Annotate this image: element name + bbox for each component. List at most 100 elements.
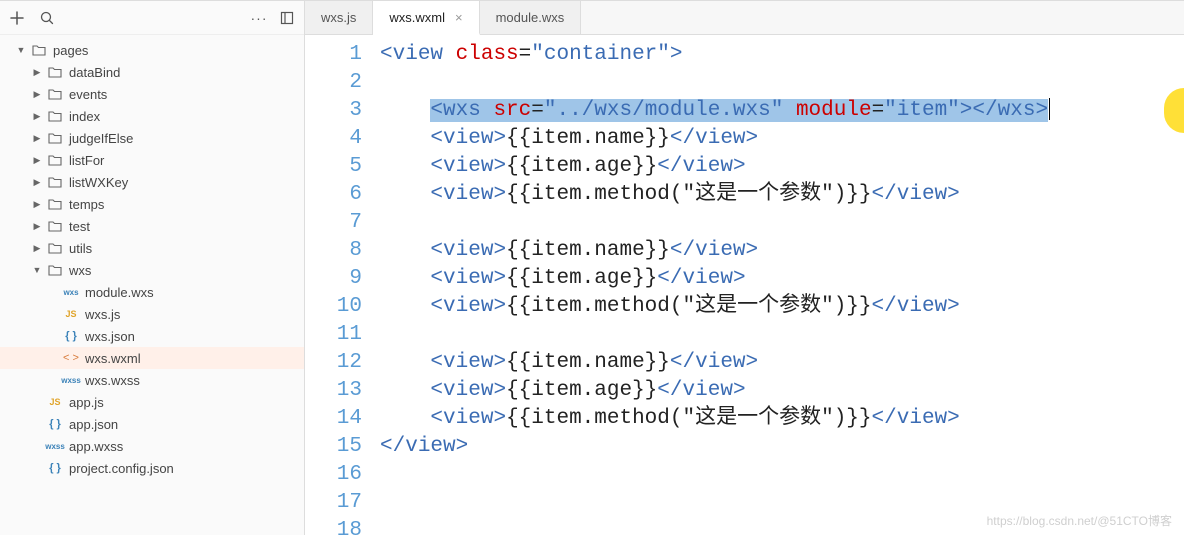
code-line[interactable] bbox=[380, 321, 1184, 349]
tab-wxs-js[interactable]: wxs.js bbox=[305, 1, 373, 34]
tree-item-index[interactable]: ▶index bbox=[0, 105, 304, 127]
code-content[interactable]: <view class="container"> <wxs src="../wx… bbox=[380, 41, 1184, 535]
tree-item-wxs-js[interactable]: JS wxs.js bbox=[0, 303, 304, 325]
tree-item-label: judgeIfElse bbox=[69, 131, 133, 146]
sidebar-toolbar: ··· bbox=[0, 1, 304, 35]
tab-module-wxs[interactable]: module.wxs bbox=[480, 1, 582, 34]
tree-item-label: utils bbox=[69, 241, 92, 256]
line-number: 13 bbox=[305, 377, 362, 405]
tree-item-label: app.wxss bbox=[69, 439, 123, 454]
tab-label: wxs.js bbox=[321, 10, 356, 25]
tree-item-label: listWXKey bbox=[69, 175, 128, 190]
code-line[interactable] bbox=[380, 461, 1184, 489]
tree-item-app-json[interactable]: { }app.json bbox=[0, 413, 304, 435]
tree-item-wxs-json[interactable]: { }wxs.json bbox=[0, 325, 304, 347]
code-line[interactable] bbox=[380, 69, 1184, 97]
code-line[interactable]: <view>{{item.method("这是一个参数")}}</view> bbox=[380, 405, 1184, 433]
file-type-icon bbox=[46, 154, 64, 166]
line-number: 10 bbox=[305, 293, 362, 321]
line-number: 3 bbox=[305, 97, 362, 125]
new-file-icon[interactable] bbox=[10, 11, 24, 25]
file-tree[interactable]: ▼pages▶dataBind▶events▶index▶judgeIfElse… bbox=[0, 35, 304, 535]
watermark-text: https://blog.csdn.net/@51CTO博客 bbox=[987, 512, 1172, 529]
tree-arrow-icon[interactable]: ▶ bbox=[30, 155, 44, 166]
tree-item-project-config-json[interactable]: { }project.config.json bbox=[0, 457, 304, 479]
tree-arrow-icon[interactable]: ▶ bbox=[30, 89, 44, 100]
tree-item-pages[interactable]: ▼ pages bbox=[0, 39, 304, 61]
search-icon[interactable] bbox=[40, 11, 54, 25]
text-cursor bbox=[1049, 98, 1050, 120]
tree-item-label: module.wxs bbox=[85, 285, 154, 300]
tree-item-label: wxs bbox=[69, 263, 91, 278]
line-number: 6 bbox=[305, 181, 362, 209]
tree-arrow-icon[interactable]: ▼ bbox=[30, 265, 44, 275]
file-type-icon bbox=[46, 88, 64, 100]
line-number: 4 bbox=[305, 125, 362, 153]
code-line[interactable]: </view> bbox=[380, 433, 1184, 461]
code-line[interactable]: <view>{{item.name}}</view> bbox=[380, 349, 1184, 377]
line-number: 5 bbox=[305, 153, 362, 181]
tree-arrow-icon[interactable]: ▼ bbox=[14, 45, 28, 55]
tree-item-label: listFor bbox=[69, 153, 104, 168]
tree-arrow-icon[interactable]: ▶ bbox=[30, 199, 44, 210]
tree-item-listWXKey[interactable]: ▶ listWXKey bbox=[0, 171, 304, 193]
tree-item-test[interactable]: ▶test bbox=[0, 215, 304, 237]
tree-arrow-icon[interactable]: ▶ bbox=[30, 111, 44, 122]
tree-arrow-icon[interactable]: ▶ bbox=[30, 243, 44, 254]
collapse-panel-icon[interactable] bbox=[280, 11, 294, 25]
code-line[interactable]: <view>{{item.method("这是一个参数")}}</view> bbox=[380, 181, 1184, 209]
tree-item-listFor[interactable]: ▶ listFor bbox=[0, 149, 304, 171]
tree-item-label: app.js bbox=[69, 395, 104, 410]
tree-item-app-js[interactable]: JSapp.js bbox=[0, 391, 304, 413]
more-icon[interactable]: ··· bbox=[252, 11, 266, 25]
code-line[interactable]: <view>{{item.name}}</view> bbox=[380, 237, 1184, 265]
file-type-icon: wxss bbox=[62, 376, 80, 385]
code-line[interactable] bbox=[380, 209, 1184, 237]
tree-item-dataBind[interactable]: ▶ dataBind bbox=[0, 61, 304, 83]
close-icon[interactable]: × bbox=[455, 10, 463, 25]
tree-item-label: wxs.wxml bbox=[85, 351, 141, 366]
code-editor[interactable]: 123456789101112131415161718 <view class=… bbox=[305, 35, 1184, 535]
line-number: 9 bbox=[305, 265, 362, 293]
line-number: 12 bbox=[305, 349, 362, 377]
file-type-icon: wxss bbox=[46, 442, 64, 451]
code-line[interactable]: <view>{{item.name}}</view> bbox=[380, 125, 1184, 153]
line-number: 15 bbox=[305, 433, 362, 461]
tree-item-label: pages bbox=[53, 43, 88, 58]
tree-item-wxs-wxml[interactable]: < > wxs.wxml bbox=[0, 347, 304, 369]
file-type-icon: JS bbox=[62, 309, 80, 319]
tree-item-judgeIfElse[interactable]: ▶ judgeIfElse bbox=[0, 127, 304, 149]
tree-item-label: dataBind bbox=[69, 65, 120, 80]
code-line[interactable]: <view>{{item.method("这是一个参数")}}</view> bbox=[380, 293, 1184, 321]
line-number: 18 bbox=[305, 517, 362, 535]
tree-item-events[interactable]: ▶events bbox=[0, 83, 304, 105]
file-type-icon: < > bbox=[62, 352, 80, 364]
line-number: 2 bbox=[305, 69, 362, 97]
tree-item-utils[interactable]: ▶ utils bbox=[0, 237, 304, 259]
line-number: 1 bbox=[305, 41, 362, 69]
tree-item-temps[interactable]: ▶temps bbox=[0, 193, 304, 215]
file-type-icon bbox=[30, 44, 48, 56]
tree-arrow-icon[interactable]: ▶ bbox=[30, 177, 44, 188]
tree-item-module-wxs[interactable]: wxsmodule.wxs bbox=[0, 281, 304, 303]
file-type-icon bbox=[46, 132, 64, 144]
tree-item-label: project.config.json bbox=[69, 461, 174, 476]
tree-arrow-icon[interactable]: ▶ bbox=[30, 221, 44, 232]
code-line[interactable]: <view>{{item.age}}</view> bbox=[380, 377, 1184, 405]
tab-wxs-wxml[interactable]: wxs.wxml× bbox=[373, 1, 479, 35]
file-type-icon bbox=[46, 264, 64, 276]
code-line[interactable]: <view>{{item.age}}</view> bbox=[380, 153, 1184, 181]
tree-item-app-wxss[interactable]: wxss app.wxss bbox=[0, 435, 304, 457]
code-line[interactable]: <wxs src="../wxs/module.wxs" module="ite… bbox=[380, 97, 1184, 125]
tree-arrow-icon[interactable]: ▶ bbox=[30, 67, 44, 78]
tree-item-wxs-wxss[interactable]: wxss wxs.wxss bbox=[0, 369, 304, 391]
tree-item-label: wxs.wxss bbox=[85, 373, 140, 388]
tree-item-label: app.json bbox=[69, 417, 118, 432]
code-line[interactable]: <view class="container"> bbox=[380, 41, 1184, 69]
file-type-icon bbox=[46, 220, 64, 232]
tree-arrow-icon[interactable]: ▶ bbox=[30, 133, 44, 144]
code-line[interactable]: <view>{{item.age}}</view> bbox=[380, 265, 1184, 293]
tree-item-wxs[interactable]: ▼ wxs bbox=[0, 259, 304, 281]
line-number: 16 bbox=[305, 461, 362, 489]
tree-item-label: wxs.js bbox=[85, 307, 120, 322]
